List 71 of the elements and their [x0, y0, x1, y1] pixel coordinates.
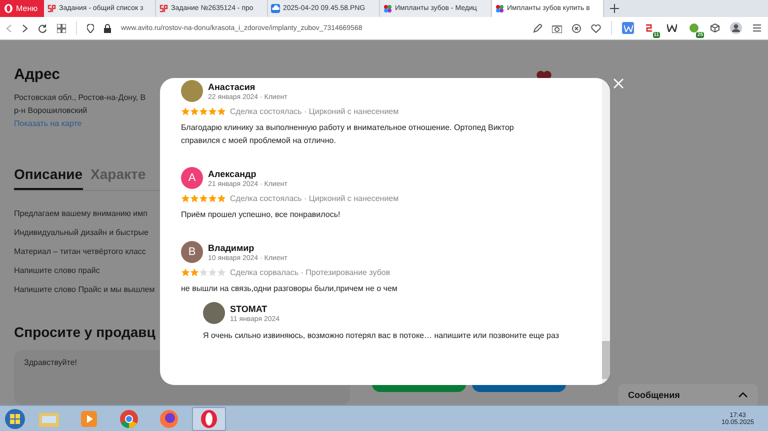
sp-logo-icon	[47, 4, 56, 13]
description-line: Материал – титан четвёртого класс	[14, 247, 147, 256]
heart-icon[interactable]	[591, 24, 601, 32]
star-icon	[199, 107, 208, 116]
lock-icon	[104, 24, 111, 32]
firefox-icon	[160, 410, 178, 428]
review-text: Приём прошел успешно, все понравилось!	[181, 209, 342, 221]
reviewer-name: Анастасия	[208, 82, 256, 92]
address-text: р-н Ворошиловский	[14, 106, 88, 115]
new-tab-icon[interactable]	[610, 4, 619, 13]
opera-logo-icon	[4, 4, 13, 13]
star-icon	[190, 268, 199, 277]
section-heading: Адрес	[14, 66, 60, 83]
deal-info: Сделка сорвалась · Протезирование зубов	[230, 268, 390, 277]
review-text: не вышли на связь,одни разговоры были,причем не о чем	[181, 283, 398, 295]
star-icon	[181, 194, 190, 203]
camera-icon[interactable]	[552, 24, 562, 32]
star-icon	[208, 268, 217, 277]
star-icon	[181, 268, 190, 277]
star-icon	[208, 107, 217, 116]
star-icon	[217, 194, 226, 203]
reviewer-name: Владимир	[208, 242, 256, 252]
star-icon	[217, 268, 226, 277]
star-icon	[181, 107, 190, 116]
star-icon	[199, 194, 208, 203]
reload-icon[interactable]	[38, 24, 47, 32]
avatar-placeholder	[181, 80, 203, 102]
star-icon	[208, 194, 217, 203]
address-text: Ростовская обл., Ростов-на-Дону, В	[14, 93, 146, 102]
location-pin-icon[interactable]	[87, 24, 94, 32]
profile-icon[interactable]	[730, 22, 742, 34]
colored-dots-icon	[383, 4, 392, 13]
reviewer-name: Александр	[208, 168, 258, 178]
star-icon	[199, 268, 208, 277]
start-button[interactable]	[4, 408, 26, 430]
reply-text: Я очень сильно извиняюсь, возможно потерял вас в потоке… напишите или позвоните еще раз	[203, 330, 560, 342]
description-line: Предлагаем вашему вниманию имп	[14, 209, 148, 218]
messages-panel[interactable]: Сообщения	[618, 384, 758, 405]
letter-avatar: В	[181, 241, 203, 263]
description-line: Напишите слово прайс	[14, 266, 101, 275]
letter-avatar: А	[181, 167, 203, 189]
deal-info: Сделка состоялась · Цирконий с нанесением	[230, 194, 399, 203]
section-tab[interactable]: Описание	[14, 166, 83, 190]
avatar-placeholder	[203, 302, 225, 324]
taskbar-app[interactable]	[192, 406, 226, 430]
letter-w-extension-icon[interactable]	[666, 22, 678, 34]
star-icon	[190, 194, 199, 203]
chevron-up-icon	[738, 392, 748, 398]
cloud-icon	[271, 4, 280, 13]
settings-sliders-icon[interactable]	[752, 23, 762, 33]
close-icon[interactable]	[613, 78, 624, 89]
close-circle-icon[interactable]	[572, 24, 581, 32]
edit-icon[interactable]	[533, 24, 542, 32]
reviewer-name: STOMAT	[230, 304, 268, 314]
star-icon	[217, 107, 226, 116]
cube-icon[interactable]	[710, 23, 720, 33]
menu-button[interactable]: Меню	[0, 0, 44, 17]
description-line: Напишите слово Прайс и мы вышлем	[14, 285, 155, 294]
media-player-icon	[81, 410, 97, 426]
star-icon	[190, 107, 199, 116]
review-text: Благодарю клинику за выполненную работу и внимательное отношение. Ортопед Виктор справился с моей проблемой на отлично.	[181, 122, 515, 147]
sp-logo-icon	[159, 4, 168, 13]
description-line: Индивидуальный дизайн и быстрые	[14, 228, 150, 237]
forward-icon[interactable]	[22, 24, 28, 32]
opera-icon	[200, 410, 218, 428]
colored-dots-icon	[495, 4, 504, 13]
section-heading: Спросите у продавц	[14, 324, 156, 340]
chrome-icon	[120, 410, 138, 428]
folder-icon	[39, 410, 59, 426]
deal-info: Сделка состоялась · Цирконий с нанесением	[230, 107, 399, 116]
grid-icon[interactable]	[57, 24, 66, 32]
